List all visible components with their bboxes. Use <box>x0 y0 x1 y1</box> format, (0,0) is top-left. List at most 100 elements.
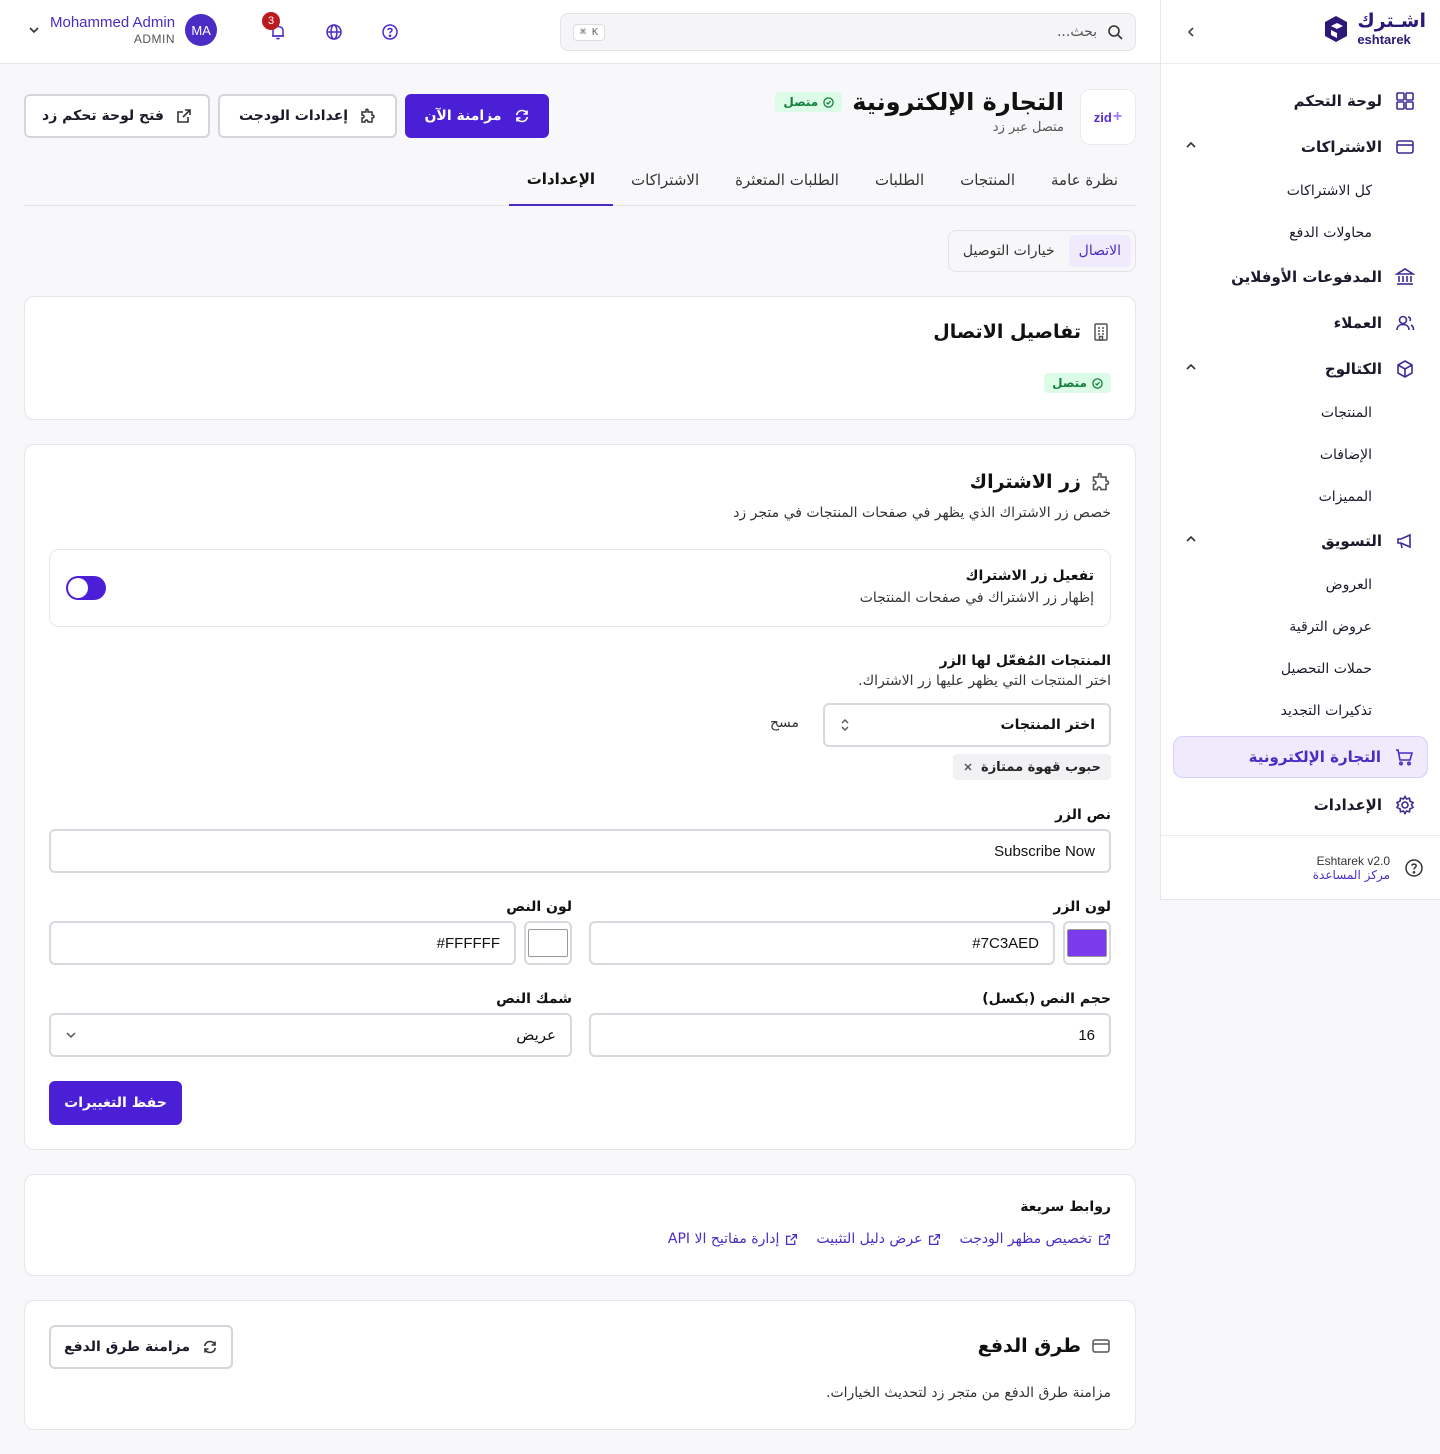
bank-icon <box>1394 266 1416 288</box>
sidebar-item-offline-payments[interactable]: المدفوعات الأوفلاين <box>1161 254 1440 300</box>
sidebar-subitem-payment-attempts[interactable]: محاولات الدفع <box>1161 212 1440 254</box>
external-link-icon <box>785 1233 798 1246</box>
search-bar[interactable]: ⌘ K <box>560 13 1136 51</box>
enable-subscribe-switch[interactable] <box>66 576 106 600</box>
search-shortcut: ⌘ K <box>573 23 606 41</box>
text-color-input[interactable]: #FFFFFF <box>49 921 516 965</box>
sidebar: اشـترك eshtarek لوحة التحكم الاشتراكات ك… <box>1160 0 1440 900</box>
installation-guide-link[interactable]: عرض دليل التثبيت <box>816 1231 941 1247</box>
globe-icon[interactable] <box>322 20 346 44</box>
chevron-up-icon[interactable] <box>1185 361 1197 373</box>
sidebar-item-ecommerce[interactable]: التجارة الإلكترونية <box>1173 736 1428 778</box>
sidebar-subitem-dunning[interactable]: حملات التحصيل <box>1161 648 1440 690</box>
sidebar-subitem-renewal-reminders[interactable]: تذكيرات التجديد <box>1161 690 1440 732</box>
search-icon <box>1107 24 1123 40</box>
puzzle-icon <box>360 108 376 124</box>
topbar: ⌘ K 3 Mohammed Admin ADMIN MA <box>0 0 1160 64</box>
remove-chip-icon[interactable] <box>963 762 973 772</box>
customize-widget-link[interactable]: تخصيص مظهر الودجت <box>959 1231 1111 1247</box>
widget-settings-button[interactable]: إعدادات الودجت <box>218 94 397 138</box>
refresh-icon <box>202 1339 218 1355</box>
brand-logo[interactable]: اشـترك eshtarek <box>1321 12 1426 46</box>
sidebar-item-subscriptions[interactable]: الاشتراكات <box>1161 124 1440 170</box>
sidebar-item-marketing[interactable]: التسويق <box>1161 518 1440 564</box>
chevron-down-icon <box>65 1029 77 1041</box>
button-text-input[interactable]: Subscribe Now <box>49 829 1111 873</box>
sidebar-footer[interactable]: Eshtarek v2.0 مركز المساعدة <box>1161 835 1440 899</box>
sidebar-subitem-offers[interactable]: العروض <box>1161 564 1440 606</box>
cart-icon <box>1393 746 1415 768</box>
button-color-swatch[interactable] <box>1063 921 1111 965</box>
api-keys-link[interactable]: إدارة مفاتيح الا API <box>668 1231 799 1247</box>
building-icon <box>1091 322 1111 342</box>
quick-links-title: روابط سريعة <box>1020 1199 1111 1215</box>
card-title: تفاصيل الاتصال <box>933 321 1081 343</box>
tab-products[interactable]: المنتجات <box>942 154 1033 206</box>
check-circle-icon <box>823 96 834 108</box>
sidebar-item-catalog[interactable]: الكتالوج <box>1161 346 1440 392</box>
products-help: اختر المنتجات التي يظهر عليها زر الاشترا… <box>858 673 1111 689</box>
products-select[interactable]: اختر المنتجات <box>823 703 1111 747</box>
notification-count-badge: 3 <box>262 12 280 30</box>
sidebar-subitem-all-subscriptions[interactable]: كل الاشتراكات <box>1161 170 1440 212</box>
tab-orders[interactable]: الطلبات <box>857 154 942 206</box>
button-color-input[interactable]: #7C3AED <box>589 921 1055 965</box>
font-weight-label: شمك النص <box>496 991 572 1007</box>
subscribe-button-card: زر الاشتراك خصص زر الاشتراك الذي يظهر في… <box>24 444 1136 1150</box>
button-color-label: لون الزر <box>1053 899 1111 915</box>
collapse-sidebar-icon[interactable] <box>1181 22 1201 42</box>
grid-icon <box>1394 90 1416 112</box>
open-zid-dashboard-button[interactable]: فتح لوحة تحكم زد <box>24 94 210 138</box>
zid-logo: + zid <box>1080 89 1136 145</box>
sidebar-item-dashboard[interactable]: لوحة التحكم <box>1161 78 1440 124</box>
chevron-up-icon[interactable] <box>1185 533 1197 545</box>
sidebar-subitem-upsells[interactable]: عروض الترقية <box>1161 606 1440 648</box>
clear-selection-button[interactable]: مسح <box>770 715 799 731</box>
help-center-link[interactable]: مركز المساعدة <box>1313 868 1390 882</box>
sidebar-nav: لوحة التحكم الاشتراكات كل الاشتراكات محا… <box>1161 64 1440 828</box>
user-menu[interactable]: Mohammed Admin ADMIN MA <box>28 14 218 47</box>
page-header: + zid التجارة الإلكترونية متصل متصل عبر … <box>24 64 1136 154</box>
puzzle-icon <box>1091 472 1111 492</box>
avatar: MA <box>185 14 218 47</box>
font-size-label: حجم النص (بكسل) <box>982 991 1111 1007</box>
bell-icon[interactable]: 3 <box>262 12 290 44</box>
sidebar-item-customers[interactable]: العملاء <box>1161 300 1440 346</box>
tab-settings[interactable]: الإعدادات <box>508 154 614 206</box>
card-icon <box>1394 136 1416 158</box>
tab-failed-orders[interactable]: الطلبات المتعثرة <box>717 154 857 206</box>
sidebar-item-settings[interactable]: الإعدادات <box>1161 782 1440 828</box>
subtab-shipping-options[interactable]: خيارات التوصيل <box>953 235 1065 267</box>
card-icon <box>1091 1336 1111 1356</box>
payment-methods-card: طرق الدفع مزامنة طرق الدفع مزامنة طرق ال… <box>24 1300 1136 1430</box>
users-icon <box>1394 312 1416 334</box>
user-role: ADMIN <box>133 32 176 46</box>
text-color-swatch[interactable] <box>524 921 572 965</box>
font-weight-select[interactable]: عريض <box>49 1013 572 1057</box>
brand-name-ar: اشـترك <box>1357 10 1426 32</box>
search-input[interactable] <box>615 24 1097 40</box>
header-actions: فتح لوحة تحكم زد إعدادات الودجت مزامنة ا… <box>24 94 549 138</box>
sidebar-subitem-products[interactable]: المنتجات <box>1161 392 1440 434</box>
external-link-icon <box>1098 1233 1111 1246</box>
save-changes-button[interactable]: حفظ التغييرات <box>49 1081 182 1125</box>
plus-icon: + <box>1112 108 1123 125</box>
sync-payment-methods-button[interactable]: مزامنة طرق الدفع <box>49 1325 233 1369</box>
connection-status-badge: متصل <box>1044 373 1111 393</box>
tab-overview[interactable]: نظرة عامة <box>1033 154 1136 206</box>
brand-mark-icon <box>1321 14 1351 44</box>
tab-subscriptions[interactable]: الاشتراكات <box>613 154 717 206</box>
quick-links-card: روابط سريعة تخصيص مظهر الودجت عرض دليل ا… <box>24 1174 1136 1276</box>
font-size-input[interactable]: 16 <box>589 1013 1111 1057</box>
card-title: طرق الدفع <box>977 1335 1081 1357</box>
payment-description: مزامنة طرق الدفع من متجر زد لتحديث الخيا… <box>826 1385 1111 1401</box>
megaphone-icon <box>1394 530 1416 552</box>
sidebar-subitem-addons[interactable]: الإضافات <box>1161 434 1440 476</box>
subtab-connection[interactable]: الاتصال <box>1068 235 1131 267</box>
sidebar-subitem-features[interactable]: المميزات <box>1161 476 1440 518</box>
connection-details-card: تفاصيل الاتصال متصل <box>24 296 1136 420</box>
sync-now-button[interactable]: مزامنة الآن <box>405 94 549 138</box>
chevron-up-icon[interactable] <box>1185 139 1197 151</box>
help-icon[interactable] <box>378 20 402 44</box>
external-link-icon <box>176 108 192 124</box>
